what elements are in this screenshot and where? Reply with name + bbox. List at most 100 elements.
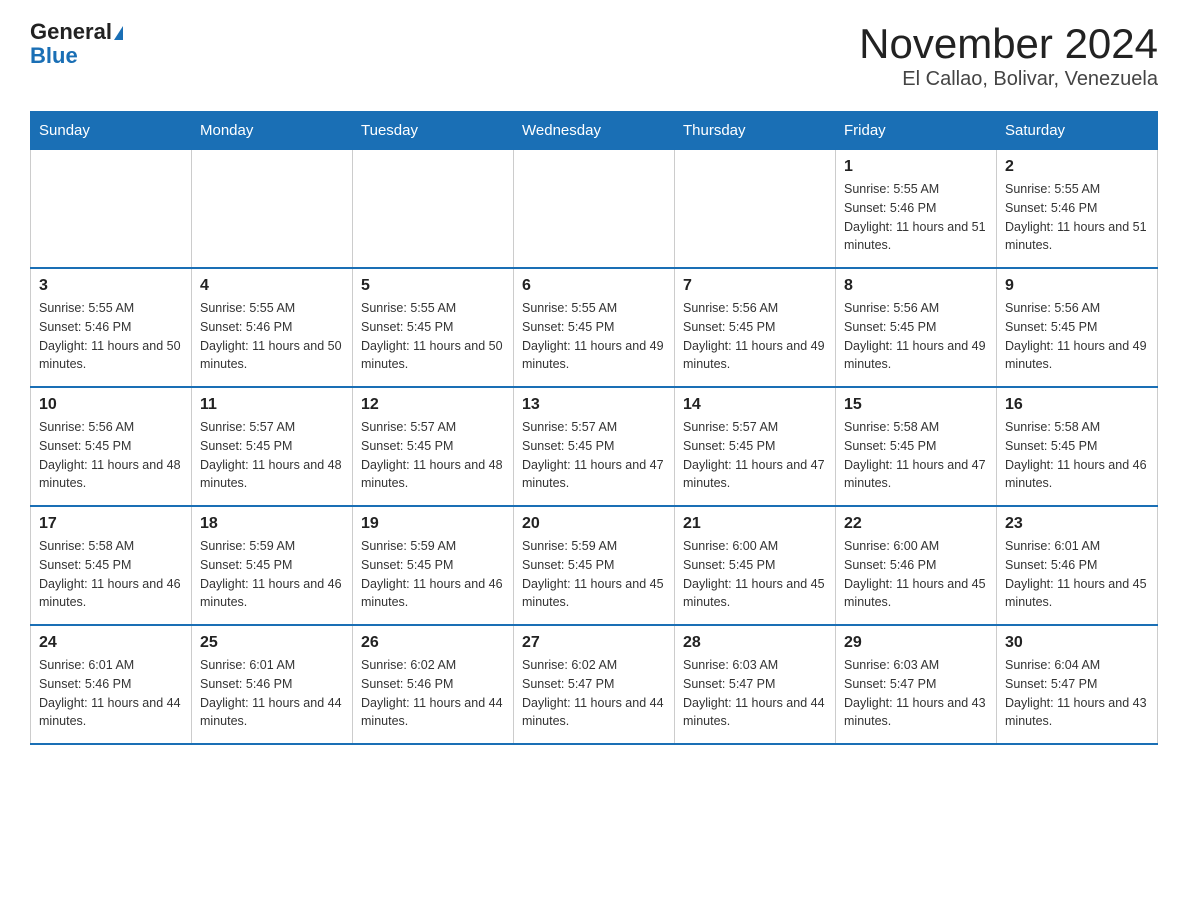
day-info: Sunrise: 5:55 AMSunset: 5:46 PMDaylight:… (844, 180, 988, 255)
calendar-header: SundayMondayTuesdayWednesdayThursdayFrid… (31, 112, 1158, 150)
day-info: Sunrise: 6:01 AMSunset: 5:46 PMDaylight:… (200, 656, 344, 731)
day-info: Sunrise: 6:00 AMSunset: 5:46 PMDaylight:… (844, 537, 988, 612)
day-number: 3 (39, 277, 183, 295)
cell-week1-day6: 2 Sunrise: 5:55 AMSunset: 5:46 PMDaylight… (997, 150, 1158, 269)
cell-week3-day6: 16 Sunrise: 5:58 AMSunset: 5:45 PMDayligh… (997, 387, 1158, 506)
cell-week3-day2: 12Sunrise: 5:57 AMSunset: 5:45 PMDayligh… (353, 387, 514, 506)
cell-week2-day2: 5Sunrise: 5:55 AMSunset: 5:45 PMDaylight… (353, 268, 514, 387)
day-info: Sunrise: 5:56 AMSunset: 5:45 PMDaylight:… (844, 299, 988, 374)
cell-week3-day4: 14 Sunrise: 5:57 AMSunset: 5:45 PMDayligh… (675, 387, 836, 506)
day-number: 2 (1005, 158, 1149, 176)
cell-week3-day5: 15Sunrise: 5:58 AMSunset: 5:45 PMDayligh… (836, 387, 997, 506)
cell-week1-day5: 1Sunrise: 5:55 AMSunset: 5:46 PMDaylight… (836, 150, 997, 269)
cell-week3-day1: 11 Sunrise: 5:57 AMSunset: 5:45 PMDayligh… (192, 387, 353, 506)
cell-week5-day5: 29 Sunrise: 6:03 AMSunset: 5:47 PMDayligh… (836, 625, 997, 744)
cell-week2-day1: 4 Sunrise: 5:55 AMSunset: 5:46 PMDaylight… (192, 268, 353, 387)
cell-week5-day0: 24 Sunrise: 6:01 AMSunset: 5:46 PMDayligh… (31, 625, 192, 744)
day-number: 10 (39, 396, 183, 414)
day-info: Sunrise: 5:57 AMSunset: 5:45 PMDaylight:… (683, 418, 827, 493)
logo: General Blue (30, 20, 123, 68)
day-number: 11 (200, 396, 344, 414)
day-number: 24 (39, 634, 183, 652)
cell-week4-day3: 20 Sunrise: 5:59 AMSunset: 5:45 PMDayligh… (514, 506, 675, 625)
calendar-table: SundayMondayTuesdayWednesdayThursdayFrid… (30, 111, 1158, 745)
day-number: 20 (522, 515, 666, 533)
cell-week4-day4: 21Sunrise: 6:00 AMSunset: 5:45 PMDayligh… (675, 506, 836, 625)
header-thursday: Thursday (675, 112, 836, 150)
title-block: November 2024 El Callao, Bolivar, Venezu… (859, 20, 1158, 91)
cell-week4-day1: 18 Sunrise: 5:59 AMSunset: 5:45 PMDayligh… (192, 506, 353, 625)
day-info: Sunrise: 5:55 AMSunset: 5:46 PMDaylight:… (200, 299, 344, 374)
day-number: 17 (39, 515, 183, 533)
logo-triangle-icon (114, 26, 123, 40)
week-row-1: 1Sunrise: 5:55 AMSunset: 5:46 PMDaylight… (31, 150, 1158, 269)
day-number: 29 (844, 634, 988, 652)
cell-week3-day3: 13Sunrise: 5:57 AMSunset: 5:45 PMDayligh… (514, 387, 675, 506)
cell-week4-day0: 17 Sunrise: 5:58 AMSunset: 5:45 PMDayligh… (31, 506, 192, 625)
day-number: 7 (683, 277, 827, 295)
cell-week1-day2 (353, 150, 514, 269)
day-info: Sunrise: 6:03 AMSunset: 5:47 PMDaylight:… (683, 656, 827, 731)
day-number: 13 (522, 396, 666, 414)
cell-week4-day5: 22 Sunrise: 6:00 AMSunset: 5:46 PMDayligh… (836, 506, 997, 625)
cell-week1-day0 (31, 150, 192, 269)
day-info: Sunrise: 5:55 AMSunset: 5:45 PMDaylight:… (522, 299, 666, 374)
header-wednesday: Wednesday (514, 112, 675, 150)
day-number: 23 (1005, 515, 1149, 533)
header-sunday: Sunday (31, 112, 192, 150)
cell-week2-day0: 3 Sunrise: 5:55 AMSunset: 5:46 PMDaylight… (31, 268, 192, 387)
day-info: Sunrise: 5:59 AMSunset: 5:45 PMDaylight:… (522, 537, 666, 612)
cell-week3-day0: 10 Sunrise: 5:56 AMSunset: 5:45 PMDayligh… (31, 387, 192, 506)
cell-week2-day5: 8 Sunrise: 5:56 AMSunset: 5:45 PMDaylight… (836, 268, 997, 387)
day-info: Sunrise: 6:03 AMSunset: 5:47 PMDaylight:… (844, 656, 988, 731)
day-info: Sunrise: 6:02 AMSunset: 5:46 PMDaylight:… (361, 656, 505, 731)
day-number: 18 (200, 515, 344, 533)
cell-week5-day3: 27Sunrise: 6:02 AMSunset: 5:47 PMDayligh… (514, 625, 675, 744)
day-info: Sunrise: 5:59 AMSunset: 5:45 PMDaylight:… (361, 537, 505, 612)
day-info: Sunrise: 5:58 AMSunset: 5:45 PMDaylight:… (39, 537, 183, 612)
day-number: 27 (522, 634, 666, 652)
day-number: 15 (844, 396, 988, 414)
day-info: Sunrise: 5:57 AMSunset: 5:45 PMDaylight:… (361, 418, 505, 493)
header-friday: Friday (836, 112, 997, 150)
cell-week1-day4 (675, 150, 836, 269)
day-number: 4 (200, 277, 344, 295)
week-row-5: 24 Sunrise: 6:01 AMSunset: 5:46 PMDayligh… (31, 625, 1158, 744)
day-info: Sunrise: 5:56 AMSunset: 5:45 PMDaylight:… (683, 299, 827, 374)
week-row-3: 10 Sunrise: 5:56 AMSunset: 5:45 PMDayligh… (31, 387, 1158, 506)
day-number: 8 (844, 277, 988, 295)
day-info: Sunrise: 5:56 AMSunset: 5:45 PMDaylight:… (1005, 299, 1149, 374)
day-info: Sunrise: 5:59 AMSunset: 5:45 PMDaylight:… (200, 537, 344, 612)
day-number: 5 (361, 277, 505, 295)
cell-week1-day1 (192, 150, 353, 269)
day-number: 9 (1005, 277, 1149, 295)
cell-week5-day6: 30Sunrise: 6:04 AMSunset: 5:47 PMDayligh… (997, 625, 1158, 744)
cell-week5-day4: 28Sunrise: 6:03 AMSunset: 5:47 PMDayligh… (675, 625, 836, 744)
day-info: Sunrise: 5:56 AMSunset: 5:45 PMDaylight:… (39, 418, 183, 493)
day-number: 16 (1005, 396, 1149, 414)
location-subtitle: El Callao, Bolivar, Venezuela (859, 68, 1158, 91)
day-info: Sunrise: 5:58 AMSunset: 5:45 PMDaylight:… (1005, 418, 1149, 493)
cell-week4-day2: 19Sunrise: 5:59 AMSunset: 5:45 PMDayligh… (353, 506, 514, 625)
cell-week2-day4: 7 Sunrise: 5:56 AMSunset: 5:45 PMDaylight… (675, 268, 836, 387)
cell-week4-day6: 23 Sunrise: 6:01 AMSunset: 5:46 PMDayligh… (997, 506, 1158, 625)
header-tuesday: Tuesday (353, 112, 514, 150)
day-info: Sunrise: 6:01 AMSunset: 5:46 PMDaylight:… (39, 656, 183, 731)
header-row: SundayMondayTuesdayWednesdayThursdayFrid… (31, 112, 1158, 150)
day-number: 14 (683, 396, 827, 414)
page-header: General Blue November 2024 El Callao, Bo… (30, 20, 1158, 91)
day-number: 30 (1005, 634, 1149, 652)
day-info: Sunrise: 5:55 AMSunset: 5:46 PMDaylight:… (39, 299, 183, 374)
header-saturday: Saturday (997, 112, 1158, 150)
day-info: Sunrise: 6:01 AMSunset: 5:46 PMDaylight:… (1005, 537, 1149, 612)
logo-blue-text: Blue (30, 44, 123, 68)
page-title: November 2024 (859, 20, 1158, 68)
week-row-4: 17 Sunrise: 5:58 AMSunset: 5:45 PMDayligh… (31, 506, 1158, 625)
day-number: 22 (844, 515, 988, 533)
day-number: 25 (200, 634, 344, 652)
day-info: Sunrise: 5:55 AMSunset: 5:46 PMDaylight:… (1005, 180, 1149, 255)
calendar-body: 1Sunrise: 5:55 AMSunset: 5:46 PMDaylight… (31, 150, 1158, 745)
day-info: Sunrise: 5:57 AMSunset: 5:45 PMDaylight:… (200, 418, 344, 493)
cell-week2-day6: 9 Sunrise: 5:56 AMSunset: 5:45 PMDaylight… (997, 268, 1158, 387)
cell-week1-day3 (514, 150, 675, 269)
